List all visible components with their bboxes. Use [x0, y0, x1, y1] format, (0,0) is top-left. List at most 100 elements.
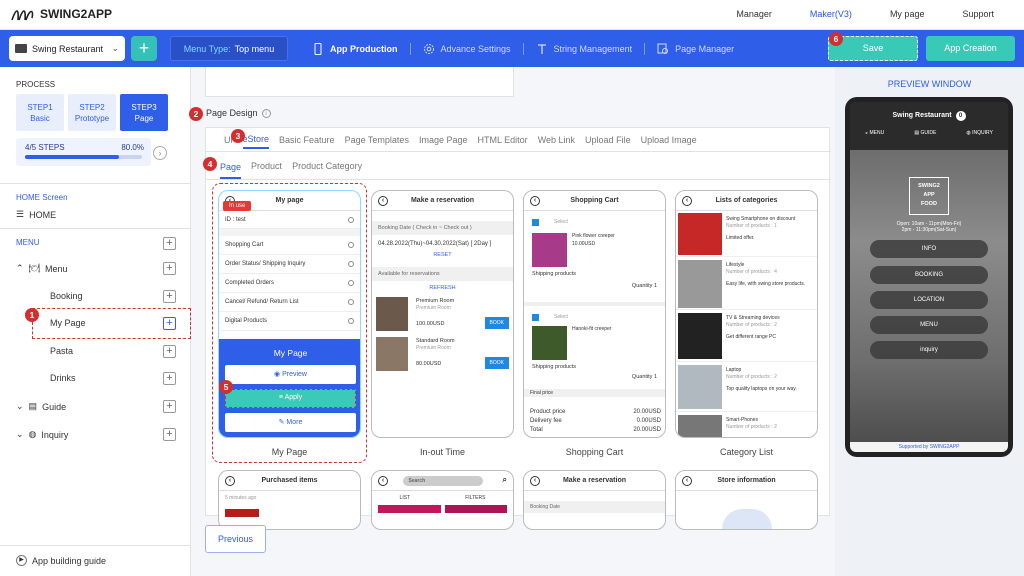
more-button[interactable]: ✎ More — [225, 413, 356, 432]
preview-btn-location[interactable]: LOCATION — [870, 291, 988, 309]
template-store-info[interactable]: ‹ Store information — [675, 470, 818, 530]
preview-btn-booking[interactable]: BOOKING — [870, 266, 988, 284]
template-categories[interactable]: ‹ Lists of categories Swing Smartphone on… — [675, 190, 818, 438]
preview-button[interactable]: ◉ Preview — [225, 365, 356, 384]
step-basic[interactable]: STEP1 Basic — [16, 94, 64, 131]
sidebar-item-pasta[interactable]: Pasta — [50, 346, 73, 356]
add-booking-button[interactable]: + — [163, 290, 176, 303]
quantity-stepper[interactable]: Quantity 1 — [632, 374, 657, 380]
template-mypage[interactable]: ‹My page In use ID : test Shopping Cart … — [218, 190, 361, 438]
reset-link[interactable]: RESET — [372, 249, 513, 261]
tab-page[interactable]: Page — [220, 162, 242, 179]
filters-toggle[interactable]: FILTERS — [465, 495, 485, 501]
template-product-list[interactable]: ‹ Search ⌕ LIST FILTERS — [371, 470, 514, 530]
list-item: Order Status/ Shipping Inquiry — [219, 255, 360, 274]
nav-maker[interactable]: Maker(V3) — [810, 9, 852, 19]
sidebar-item-booking[interactable]: Booking — [50, 291, 83, 301]
tab-page-manager[interactable]: Page Manager — [645, 43, 746, 55]
home-screen-title: HOME Screen — [16, 193, 68, 202]
nav-support[interactable]: Support — [962, 9, 994, 19]
sidebar-item-mypage[interactable]: My Page — [50, 318, 86, 328]
category-count: Number of products : 2 — [726, 374, 777, 380]
add-pasta-button[interactable]: + — [163, 345, 176, 358]
template-cart[interactable]: ‹ Shopping Cart Select Pink flower creepe… — [523, 190, 666, 438]
preview-nav-guide[interactable]: ▤ GUIDE — [914, 130, 936, 136]
info-icon[interactable]: i — [261, 108, 271, 118]
preview-nav-inquiry[interactable]: ◍ INQUIRY — [966, 130, 993, 136]
step-num: STEP1 — [27, 102, 53, 112]
tab-image-page[interactable]: Image Page — [419, 135, 468, 145]
step-label: Prototype — [74, 113, 110, 123]
preview-btn-info[interactable]: INFO — [870, 240, 988, 258]
home-item[interactable]: ☰ HOME — [16, 209, 56, 220]
checkbox[interactable] — [532, 314, 539, 321]
sidebar-item-drinks[interactable]: Drinks — [50, 373, 76, 383]
step-prototype[interactable]: STEP2 Prototype — [68, 94, 116, 131]
add-mypage-button[interactable]: + — [163, 317, 176, 330]
app-creation-button[interactable]: App Creation — [926, 36, 1015, 61]
menu-type[interactable]: Menu Type: Top menu — [170, 36, 288, 61]
list-item: ID : test — [219, 211, 360, 229]
category-name: Swing Smartphone on discount — [726, 216, 796, 222]
add-menu-button[interactable]: + — [163, 237, 176, 250]
preview-nav-menu[interactable]: ◒ MENU — [865, 130, 884, 136]
template-reservation-2[interactable]: ‹ Make a reservation Booking Date — [523, 470, 666, 530]
add-guide-button[interactable]: + — [163, 400, 176, 413]
book-button[interactable]: BOOK — [484, 317, 509, 329]
list-toggle[interactable]: LIST — [400, 495, 411, 501]
apply-button[interactable]: ≡ Apply — [225, 389, 356, 408]
search-input[interactable]: Search — [402, 475, 483, 486]
template-reservation[interactable]: ‹ Make a reservation Booking Date ( Check… — [371, 190, 514, 438]
tab-basic-feature[interactable]: Basic Feature — [279, 135, 335, 145]
template-title: Make a reservation — [562, 477, 627, 484]
tab-estore[interactable]: eStore — [242, 134, 270, 149]
step-badge-4: 4 — [203, 157, 217, 171]
tab-advance-settings[interactable]: Advance Settings — [411, 42, 524, 55]
tab-advance-settings-label: Advance Settings — [440, 43, 511, 54]
checkbox[interactable] — [532, 219, 539, 226]
search-icon[interactable]: ⌕ — [503, 475, 507, 485]
template-overlay: My Page ◉ Preview ≡ Apply ✎ More — [219, 339, 360, 437]
time-label: 5 minutes ago — [225, 495, 257, 501]
tab-html-editor[interactable]: HTML Editor — [478, 135, 528, 145]
sidebar-item-inquiry[interactable]: ⌄ ◍ Inquiry — [16, 429, 68, 440]
app-thumb-icon — [15, 44, 27, 53]
nav-manager[interactable]: Manager — [736, 9, 772, 19]
book-button[interactable]: BOOK — [484, 357, 509, 369]
app-selector[interactable]: Swing Restaurant ⌄ — [9, 36, 125, 61]
tab-page-templates[interactable]: Page Templates — [345, 135, 409, 145]
step-page[interactable]: STEP3 Page — [120, 94, 168, 131]
tab-product[interactable]: Product — [251, 161, 282, 171]
preview-btn-inquiry[interactable]: inquiry — [870, 341, 988, 359]
progress-next-icon[interactable]: › — [153, 146, 167, 160]
tab-string-management[interactable]: String Management — [524, 42, 646, 55]
row-label: Order Status/ Shipping Inquiry — [225, 261, 306, 267]
tab-web-link[interactable]: Web Link — [538, 135, 575, 145]
add-drinks-button[interactable]: + — [163, 372, 176, 385]
tab-upload-file[interactable]: Upload File — [585, 135, 631, 145]
divider — [0, 183, 191, 184]
sidebar-item-guide[interactable]: ⌄ ▤ Guide — [16, 401, 66, 412]
add-app-button[interactable]: + — [131, 36, 157, 61]
booking-dates: 04.28.2022(Thu)~04.30.2022(Sat) [ 2Day ] — [378, 241, 492, 247]
id-label: ID : test — [225, 216, 246, 223]
app-building-guide-link[interactable]: ▶ App building guide — [16, 555, 106, 566]
template-purchased[interactable]: ‹ Purchased items 5 minutes ago — [218, 470, 361, 530]
refresh-link[interactable]: REFRESH — [372, 281, 513, 295]
add-menu-sub-button[interactable]: + — [163, 262, 176, 275]
quantity-stepper[interactable]: Quantity 1 — [632, 283, 657, 289]
tab-product-category[interactable]: Product Category — [292, 161, 362, 171]
booking-date-label: Booking Date — [524, 501, 665, 513]
template-title: My page — [275, 197, 304, 204]
category-count: Number of products : 2 — [726, 424, 777, 430]
tab-app-production[interactable]: App Production — [300, 42, 411, 55]
overlay-title: My Page — [273, 348, 308, 358]
sidebar-item-menu[interactable]: ⌃ 🍽 Menu — [16, 263, 68, 274]
preview-btn-menu[interactable]: MENU — [870, 316, 988, 334]
nav-mypage[interactable]: My page — [890, 9, 925, 19]
tab-upload-image[interactable]: Upload Image — [641, 135, 697, 145]
logo[interactable]: SWING2APP — [10, 6, 112, 22]
progress-value: 80.0% — [121, 143, 144, 152]
previous-button[interactable]: Previous — [205, 525, 266, 553]
add-inquiry-button[interactable]: + — [163, 428, 176, 441]
